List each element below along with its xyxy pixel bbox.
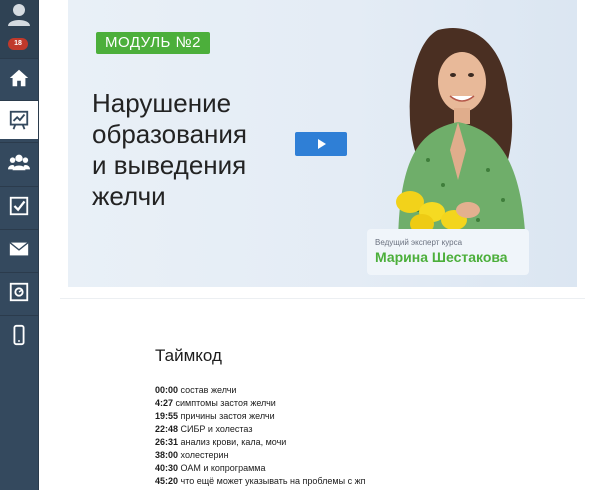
timecode-list: 00:00 состав желчи 4:27 симптомы застоя … [155, 384, 515, 488]
user-avatar-icon[interactable] [6, 2, 32, 26]
module-badge: МОДУЛЬ №2 [96, 32, 210, 54]
timecode-item[interactable]: 45:20 что ещё может указывать на проблем… [155, 475, 515, 488]
safe-icon [9, 282, 29, 302]
timecode-text: что ещё может указывать на проблемы с жп [180, 476, 366, 486]
home-icon [9, 69, 29, 87]
expert-card: Ведущий эксперт курса Марина Шестакова [367, 229, 529, 275]
sidebar-item-tasks[interactable] [0, 186, 38, 225]
sidebar-item-presentation[interactable] [0, 100, 38, 139]
sidebar-item-safe[interactable] [0, 272, 38, 311]
expert-role: Ведущий эксперт курса [375, 238, 463, 247]
timecode-item[interactable]: 38:00 холестерин [155, 449, 515, 462]
checkbox-icon [9, 196, 29, 216]
timecode-item[interactable]: 00:00 состав желчи [155, 384, 515, 397]
sidebar-item-home[interactable] [0, 58, 38, 97]
users-icon [8, 154, 30, 171]
lesson-title-line: и выведения [92, 150, 247, 180]
section-divider [60, 298, 585, 299]
timecode-time: 4:27 [155, 398, 174, 408]
timecode-item[interactable]: 4:27 симптомы застоя желчи [155, 397, 515, 410]
play-icon [318, 139, 326, 149]
lesson-title-line: образования [92, 119, 248, 149]
notification-badge[interactable]: 18 [8, 38, 28, 50]
timecode-text: состав желчи [180, 385, 237, 395]
sidebar: 18 [0, 0, 39, 490]
timecode-time: 40:30 [155, 463, 179, 473]
timecode-time: 22:48 [155, 424, 179, 434]
sidebar-item-messages[interactable] [0, 229, 38, 268]
mail-icon [9, 242, 29, 256]
sidebar-item-users[interactable] [0, 142, 38, 181]
timecode-text: симптомы застоя желчи [175, 398, 276, 408]
video-preview[interactable]: МОДУЛЬ №2 Нарушение образования и выведе… [68, 0, 577, 287]
timecode-time: 19:55 [155, 411, 179, 421]
timecode-item[interactable]: 19:55 причины застоя желчи [155, 410, 515, 423]
timecode-text: анализ крови, кала, мочи [180, 437, 287, 447]
timecode-time: 00:00 [155, 385, 179, 395]
timecode-text: причины застоя желчи [180, 411, 275, 421]
sidebar-profile-area: 18 [0, 0, 38, 58]
expert-photo [396, 28, 526, 250]
timecode-title: Таймкод [155, 346, 222, 365]
sidebar-item-mobile[interactable] [0, 315, 38, 354]
presentation-chart-icon [9, 110, 29, 130]
timecode-text: холестерин [180, 450, 229, 460]
timecode-time: 45:20 [155, 476, 179, 486]
timecode-item[interactable]: 22:48 СИБР и холестаз [155, 423, 515, 436]
timecode-text: ОАМ и копрограмма [180, 463, 266, 473]
expert-name: Марина Шестакова [375, 249, 508, 265]
lesson-title: Нарушение образования и выведения желчи [92, 88, 302, 212]
mobile-icon [13, 324, 25, 346]
timecode-section: Таймкод 00:00 состав желчи 4:27 симптомы… [155, 346, 515, 488]
play-button[interactable] [295, 132, 347, 156]
timecode-item[interactable]: 26:31 анализ крови, кала, мочи [155, 436, 515, 449]
timecode-text: СИБР и холестаз [180, 424, 253, 434]
timecode-time: 26:31 [155, 437, 179, 447]
timecode-item[interactable]: 40:30 ОАМ и копрограмма [155, 462, 515, 475]
lesson-title-line: желчи [92, 181, 166, 211]
timecode-time: 38:00 [155, 450, 179, 460]
lesson-title-line: Нарушение [92, 88, 232, 118]
